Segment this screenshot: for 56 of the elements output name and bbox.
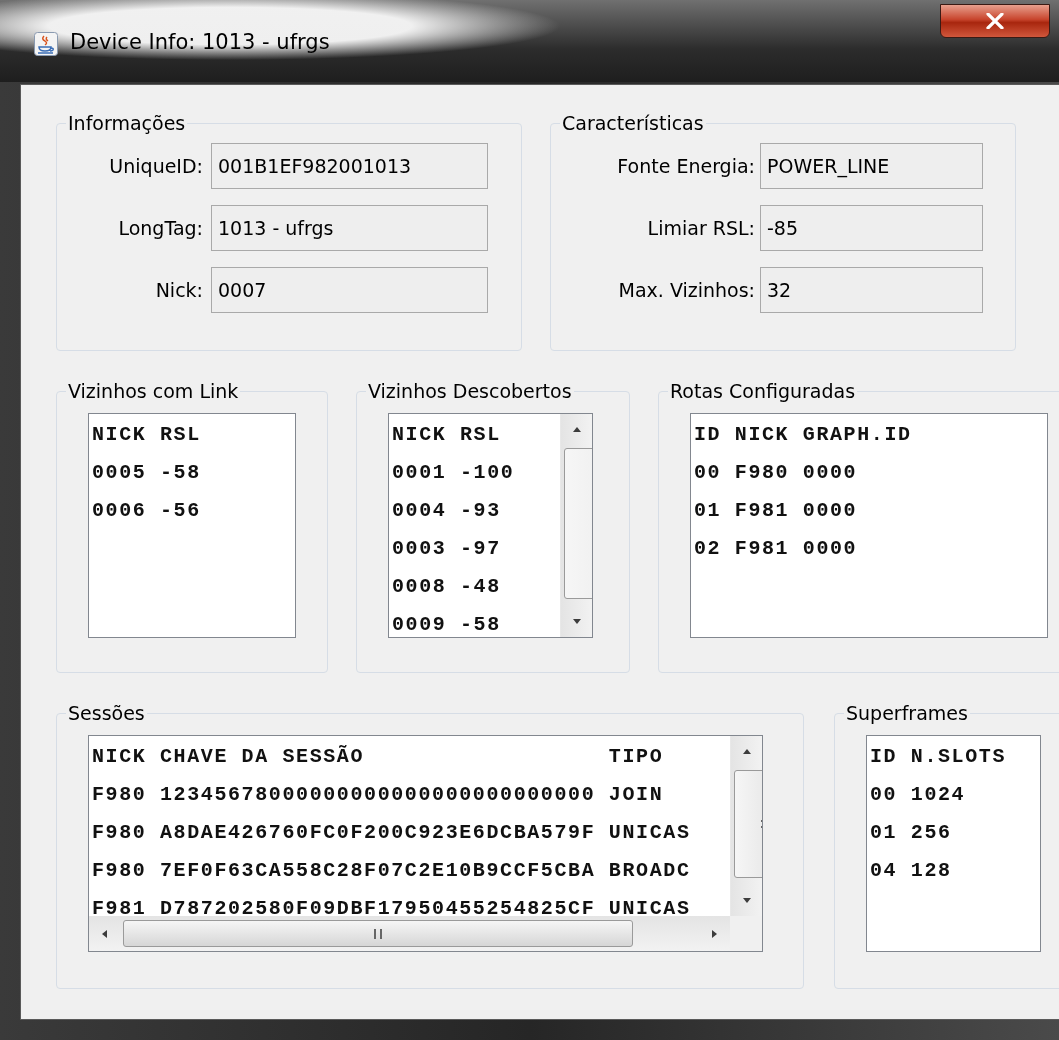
list-item[interactable]: 00 F980 0000 — [694, 454, 1047, 492]
list-item[interactable]: 02 F981 0000 — [694, 530, 1047, 568]
group-title: Vizinhos Descobertos — [367, 379, 573, 403]
field-label: Fonte Energia: — [616, 155, 755, 177]
vertical-scrollbar[interactable] — [560, 414, 592, 637]
text-field[interactable]: POWER_LINE — [760, 143, 983, 189]
coffee-cup-icon — [34, 32, 58, 56]
text-field[interactable]: -85 — [760, 205, 983, 251]
list-item[interactable]: F980 12345678000000000000000000000000 JOIN — [92, 776, 730, 814]
list-item[interactable]: 01 256 — [870, 814, 1040, 852]
list-item[interactable]: 04 128 — [870, 852, 1040, 890]
list-item[interactable]: 0009 -58 — [392, 606, 560, 637]
down-arrow-icon[interactable] — [742, 895, 752, 905]
list-item[interactable]: NICK CHAVE DA SESSÃO TIPO — [92, 738, 730, 776]
group-title: Informações — [67, 111, 187, 135]
scrollbar-corner — [730, 916, 762, 951]
field-label: Max. Vizinhos: — [617, 279, 755, 301]
up-arrow-icon[interactable] — [742, 747, 752, 757]
list-item[interactable]: 00 1024 — [870, 776, 1040, 814]
right-arrow-icon[interactable] — [709, 928, 719, 939]
list-item[interactable]: F981 D787202580F09DBF17950455254825CF UNICAS — [92, 890, 730, 916]
text-field[interactable]: 1013 - ufrgs — [211, 205, 488, 251]
list-item[interactable]: ID N.SLOTS — [870, 738, 1040, 776]
list-item[interactable]: ID NICK GRAPH.ID — [694, 416, 1047, 454]
field-label: LongTag: — [117, 217, 203, 239]
scroll-thumb[interactable] — [123, 920, 633, 947]
field-label: UniqueID: — [108, 155, 203, 177]
list-item[interactable]: NICK RSL — [92, 416, 295, 454]
list-item[interactable]: F980 A8DAE426760FC0F200C923E6DCBA579F UNICAS — [92, 814, 730, 852]
close-icon — [986, 13, 1004, 29]
list-item[interactable]: 0003 -97 — [392, 530, 560, 568]
list-item[interactable]: 01 F981 0000 — [694, 492, 1047, 530]
list-item[interactable]: 0005 -58 — [92, 454, 295, 492]
vertical-scrollbar[interactable] — [730, 736, 762, 916]
group-title: Sessões — [67, 701, 146, 725]
list-item[interactable]: 0008 -48 — [392, 568, 560, 606]
window-title: Device Info: 1013 - ufrgs — [70, 30, 330, 54]
horizontal-scrollbar[interactable] — [89, 916, 730, 951]
text-field[interactable]: 0007 — [211, 267, 488, 313]
down-arrow-icon[interactable] — [572, 616, 582, 626]
left-arrow-icon[interactable] — [100, 928, 110, 939]
list-item[interactable]: 0006 -56 — [92, 492, 295, 530]
list-item[interactable]: F980 7EF0F63CA558C28F07C2E10B9CCF5CBA BROADC — [92, 852, 730, 890]
group-title: Rotas Configuradas — [669, 379, 857, 403]
group-title: Vizinhos com Link — [67, 379, 240, 403]
list-item[interactable]: 0001 -100 — [392, 454, 560, 492]
close-button[interactable] — [940, 4, 1050, 38]
list-item[interactable]: NICK RSL — [392, 416, 560, 454]
up-arrow-icon[interactable] — [572, 425, 582, 435]
group-title: Características — [561, 111, 705, 135]
field-label: Limiar RSL: — [646, 217, 755, 239]
group-title: Superframes — [845, 701, 969, 725]
text-field[interactable]: 001B1EF982001013 — [211, 143, 488, 189]
list-item[interactable]: 0004 -93 — [392, 492, 560, 530]
field-label: Nick: — [154, 279, 203, 301]
text-field[interactable]: 32 — [760, 267, 983, 313]
